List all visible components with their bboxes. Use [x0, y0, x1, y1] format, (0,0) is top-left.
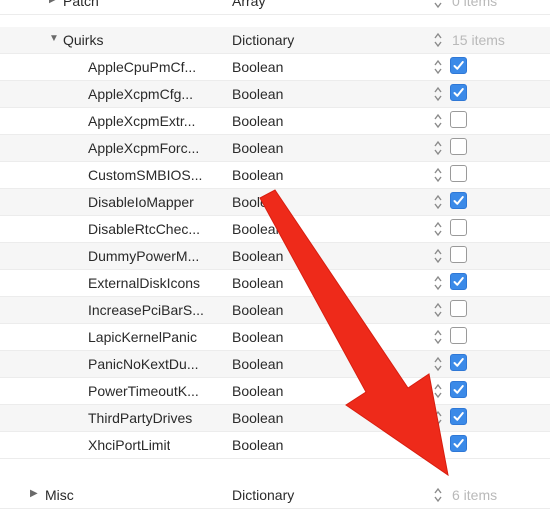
unchecked-checkbox[interactable]	[450, 246, 467, 263]
stepper-icon[interactable]	[433, 58, 443, 76]
key-label: AppleXcpmExtr...	[88, 113, 196, 129]
type-label: Boolean	[232, 140, 284, 156]
plist-editor: ▶ Patch Array 0 items ▼ Quirks Dictionar…	[0, 0, 550, 509]
stepper-icon[interactable]	[433, 355, 443, 373]
unchecked-checkbox[interactable]	[450, 300, 467, 317]
key-label: ThirdPartyDrives	[88, 410, 193, 426]
type-label: Boolean	[232, 86, 284, 102]
disclosure-collapsed-icon[interactable]: ▶	[49, 0, 61, 6]
type-label: Boolean	[232, 410, 284, 426]
quirk-row[interactable]: XhciPortLimit Boolean	[0, 432, 550, 459]
row-patch[interactable]: ▶ Patch Array 0 items	[0, 0, 550, 15]
type-label: Boolean	[232, 59, 284, 75]
key-label: Patch	[63, 0, 99, 9]
checked-checkbox[interactable]	[450, 57, 467, 74]
stepper-icon[interactable]	[433, 436, 443, 454]
stepper-icon[interactable]	[433, 85, 443, 103]
type-label: Array	[232, 0, 266, 9]
disclosure-collapsed-icon[interactable]: ▶	[30, 488, 42, 500]
type-label: Boolean	[232, 194, 284, 210]
unchecked-checkbox[interactable]	[450, 219, 467, 236]
quirk-row[interactable]: DisableRtcChec... Boolean	[0, 216, 550, 243]
type-label: Boolean	[232, 275, 284, 291]
key-label: PowerTimeoutK...	[88, 383, 199, 399]
stepper-icon[interactable]	[433, 409, 443, 427]
key-label: DisableIoMapper	[88, 194, 194, 210]
type-label: Boolean	[232, 248, 284, 264]
stepper-icon[interactable]	[433, 247, 443, 265]
disclosure-expanded-icon[interactable]: ▼	[49, 33, 61, 45]
stepper-icon[interactable]	[433, 220, 443, 238]
stepper-icon[interactable]	[433, 139, 443, 157]
checked-checkbox[interactable]	[450, 273, 467, 290]
key-label: DummyPowerM...	[88, 248, 200, 264]
type-label: Boolean	[232, 221, 284, 237]
key-label: ExternalDiskIcons	[88, 275, 201, 291]
item-count: 6 items	[452, 487, 498, 503]
type-label: Dictionary	[232, 487, 295, 503]
quirk-row[interactable]: LapicKernelPanic Boolean	[0, 324, 550, 351]
quirk-row[interactable]: PowerTimeoutK... Boolean	[0, 378, 550, 405]
quirk-row[interactable]: AppleXcpmExtr... Boolean	[0, 108, 550, 135]
type-label: Boolean	[232, 113, 284, 129]
stepper-icon[interactable]	[433, 328, 443, 346]
quirk-row[interactable]: AppleXcpmForc... Boolean	[0, 135, 550, 162]
key-label: PanicNoKextDu...	[88, 356, 199, 372]
key-label: AppleCpuPmCf...	[88, 59, 197, 75]
stepper-icon[interactable]	[433, 0, 443, 10]
unchecked-checkbox[interactable]	[450, 138, 467, 155]
type-label: Boolean	[232, 356, 284, 372]
checked-checkbox[interactable]	[450, 381, 467, 398]
stepper-icon[interactable]	[433, 166, 443, 184]
type-label: Boolean	[232, 302, 284, 318]
quirk-row[interactable]: DummyPowerM... Boolean	[0, 243, 550, 270]
quirk-row[interactable]: ThirdPartyDrives Boolean	[0, 405, 550, 432]
checked-checkbox[interactable]	[450, 354, 467, 371]
type-label: Boolean	[232, 329, 284, 345]
row-quirks[interactable]: ▼ Quirks Dictionary 15 items	[0, 27, 550, 54]
row-misc[interactable]: ▶ Misc Dictionary 6 items	[0, 482, 550, 509]
stepper-icon[interactable]	[433, 382, 443, 400]
quirk-row[interactable]: AppleCpuPmCf... Boolean	[0, 54, 550, 81]
checked-checkbox[interactable]	[450, 408, 467, 425]
key-label: AppleXcpmForc...	[88, 140, 200, 156]
checked-checkbox[interactable]	[450, 192, 467, 209]
unchecked-checkbox[interactable]	[450, 165, 467, 182]
stepper-icon[interactable]	[433, 31, 443, 49]
stepper-icon[interactable]	[433, 193, 443, 211]
stepper-icon[interactable]	[433, 301, 443, 319]
unchecked-checkbox[interactable]	[450, 111, 467, 128]
type-label: Boolean	[232, 383, 284, 399]
checked-checkbox[interactable]	[450, 435, 467, 452]
checked-checkbox[interactable]	[450, 84, 467, 101]
stepper-icon[interactable]	[433, 274, 443, 292]
quirk-row[interactable]: DisableIoMapper Boolean	[0, 189, 550, 216]
quirk-row[interactable]: CustomSMBIOS... Boolean	[0, 162, 550, 189]
type-label: Dictionary	[232, 32, 295, 48]
quirk-row[interactable]: PanicNoKextDu... Boolean	[0, 351, 550, 378]
quirk-row[interactable]: ExternalDiskIcons Boolean	[0, 270, 550, 297]
stepper-icon[interactable]	[433, 112, 443, 130]
key-label: XhciPortLimit	[88, 437, 171, 453]
key-label: Misc	[45, 487, 74, 503]
unchecked-checkbox[interactable]	[450, 327, 467, 344]
stepper-icon[interactable]	[433, 486, 443, 504]
type-label: Boolean	[232, 437, 284, 453]
key-label: Quirks	[63, 32, 104, 48]
key-label: DisableRtcChec...	[88, 221, 201, 237]
type-label: Boolean	[232, 167, 284, 183]
item-count: 0 items	[452, 0, 498, 9]
quirk-row[interactable]: AppleXcpmCfg... Boolean	[0, 81, 550, 108]
item-count: 15 items	[452, 32, 505, 48]
key-label: CustomSMBIOS...	[88, 167, 203, 183]
key-label: LapicKernelPanic	[88, 329, 197, 345]
key-label: IncreasePciBarS...	[88, 302, 204, 318]
quirk-row[interactable]: IncreasePciBarS... Boolean	[0, 297, 550, 324]
key-label: AppleXcpmCfg...	[88, 86, 194, 102]
